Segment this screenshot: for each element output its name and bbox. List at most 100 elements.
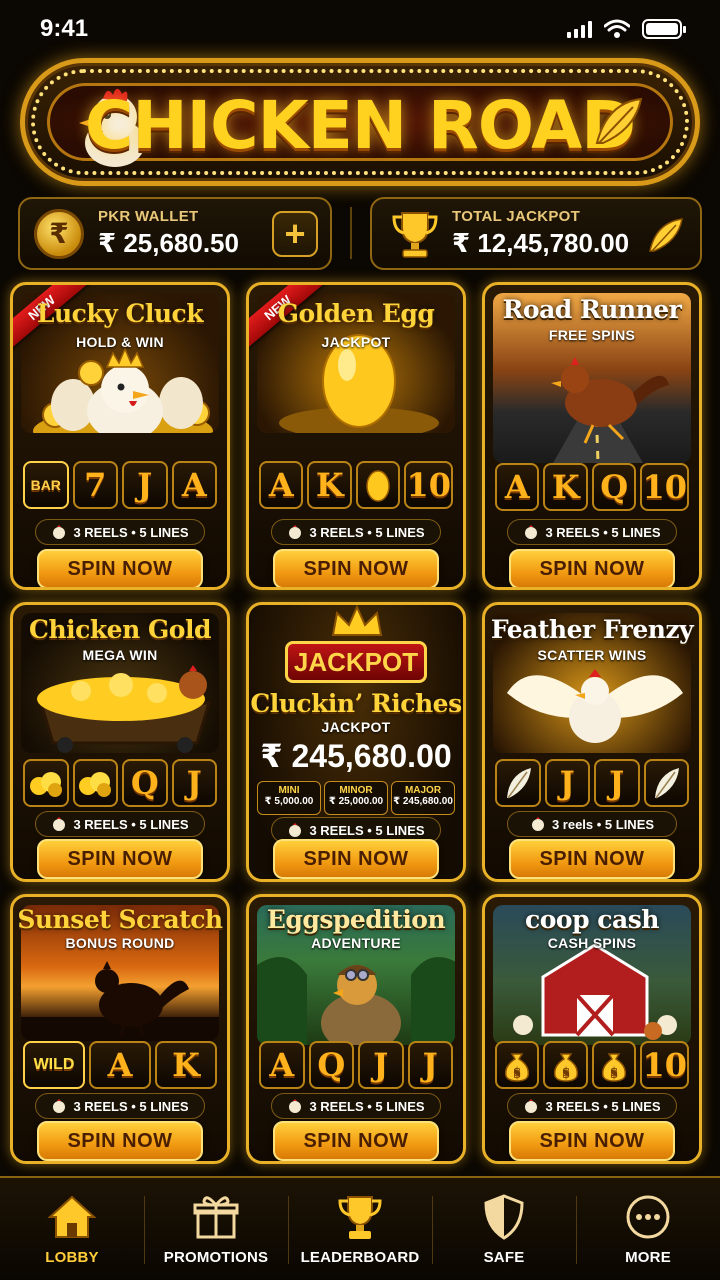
nav-label: LOBBY: [45, 1248, 99, 1266]
game-card-cluckin-riches[interactable]: JACKPOT Cluckin’ Riches JACKPOT ₹ 245,68…: [246, 602, 466, 882]
reel-symbol: A: [89, 1041, 151, 1089]
reel-symbol: K: [155, 1041, 217, 1089]
feather-icon: [649, 218, 683, 252]
reel-symbol: A: [171, 461, 217, 509]
game-subtitle: ADVENTURE: [311, 935, 401, 951]
game-card-coop-cash[interactable]: coop cash CASH SPINS $ $ $ 10 3 REELS • …: [482, 894, 702, 1164]
tier-label: MINI: [278, 785, 300, 796]
reel-strip: WILD A K: [23, 1041, 217, 1089]
signal-icon: [567, 20, 592, 38]
reel-strip: J J: [495, 759, 689, 807]
reels-lines-info: 3 REELS • 5 LINES: [507, 519, 677, 545]
reel-symbol: [72, 759, 118, 807]
more-icon: [626, 1195, 670, 1238]
chicken-icon: [53, 1099, 66, 1113]
reels-lines-info: 3 REELS • 5 LINES: [271, 1093, 441, 1119]
reel-symbol: $: [591, 1041, 637, 1089]
nav-lobby[interactable]: LOBBY: [0, 1178, 144, 1280]
reel-symbol: [355, 461, 401, 509]
reel-symbol: A: [495, 463, 540, 511]
reel-symbol: J: [171, 759, 217, 807]
nav-promotions[interactable]: PROMOTIONS: [144, 1178, 288, 1280]
tier-label: MINOR: [339, 785, 373, 796]
reel-symbol: [495, 759, 541, 807]
jackpot-amount: ₹ 12,45,780.00: [452, 228, 630, 258]
add-funds-button[interactable]: +: [272, 211, 318, 257]
reel-symbol: 7: [72, 461, 118, 509]
reels-lines-text: 3 REELS • 5 LINES: [309, 524, 425, 540]
jackpot-value: ₹ 245,680.00: [260, 738, 452, 774]
wifi-icon: [604, 19, 630, 38]
reel-symbol: J: [407, 1041, 453, 1089]
reel-symbol: Q: [591, 463, 637, 511]
spin-now-button[interactable]: SPIN NOW: [509, 839, 675, 879]
reel-symbol: A: [259, 461, 304, 509]
reel-symbol: BAR: [23, 461, 69, 509]
spin-now-button[interactable]: SPIN NOW: [273, 1121, 439, 1161]
chicken-icon: [289, 525, 302, 539]
nav-leaderboard[interactable]: LEADERBOARD: [288, 1178, 432, 1280]
chicken-icon: [289, 823, 302, 837]
tier-label: MAJOR: [404, 785, 442, 796]
svg-text:$: $: [610, 1065, 618, 1079]
reels-lines-text: 3 REELS • 5 LINES: [545, 1098, 661, 1114]
chicken-icon: [525, 1099, 538, 1113]
reel-symbol: $: [495, 1041, 540, 1089]
tier-value: ₹ 5,000.00: [264, 796, 314, 807]
status-time: 9:41: [40, 15, 89, 42]
game-title: Lucky Cluck: [36, 299, 204, 328]
spin-now-button[interactable]: SPIN NOW: [37, 839, 203, 879]
nav-label: MORE: [625, 1248, 671, 1266]
game-card-chicken-gold[interactable]: Chicken Gold MEGA WIN Q J 3 REELS • 5 LI…: [10, 602, 230, 882]
nav-label: SAFE: [483, 1248, 525, 1266]
jackpot-panel: TOTAL JACKPOT ₹ 12,45,780.00: [370, 197, 702, 270]
spin-now-button[interactable]: SPIN NOW: [273, 549, 439, 587]
spin-now-button[interactable]: SPIN NOW: [273, 839, 439, 879]
wallet-balance: ₹ 25,680.50: [98, 228, 239, 258]
game-subtitle: HOLD & WIN: [76, 334, 164, 350]
status-bar: 9:41: [0, 0, 720, 58]
game-subtitle: FREE SPINS: [548, 327, 636, 343]
game-title: Golden Egg: [277, 299, 435, 328]
reel-symbol: [643, 759, 689, 807]
spin-now-button[interactable]: SPIN NOW: [37, 549, 203, 587]
reels-lines-text: 3 REELS • 5 LINES: [73, 816, 189, 832]
tier-value: ₹ 245,680.00: [393, 796, 453, 807]
reel-symbol: K: [307, 461, 352, 509]
svg-text:$: $: [562, 1065, 570, 1079]
trophy-icon: [338, 1195, 382, 1239]
game-subtitle: CASH SPINS: [547, 935, 637, 951]
game-card-golden-egg[interactable]: NEW Golden Egg JACKPOT A K 10 3 REELS • …: [246, 282, 466, 590]
reel-strip: BAR 7 J A: [23, 461, 217, 509]
spin-now-button[interactable]: SPIN NOW: [509, 549, 675, 587]
chicken-icon: [53, 817, 66, 831]
trophy-icon: [392, 211, 438, 258]
info-divider: [350, 207, 352, 259]
reel-symbol: K: [543, 463, 588, 511]
feather-icon: [506, 768, 531, 799]
gold-nugget-icon: [29, 772, 62, 797]
game-card-lucky-cluck[interactable]: NEW Lucky Cluck HOLD & WIN BAR 7 J A 3 R…: [10, 282, 230, 590]
game-card-eggspedition[interactable]: Eggspedition ADVENTURE A Q J J 3 REELS •…: [246, 894, 466, 1164]
jackpot-tier-minor: MINOR ₹ 25,000.00: [324, 781, 388, 815]
reels-lines-text: 3 REELS • 5 LINES: [309, 822, 425, 838]
reel-strip: A K 10: [259, 461, 453, 509]
money-bag-icon: $: [602, 1053, 627, 1082]
game-card-sunset-scratch[interactable]: Sunset Scratch BONUS ROUND WILD A K 3 RE…: [10, 894, 230, 1164]
nav-more[interactable]: MORE: [576, 1178, 720, 1280]
nav-label: LEADERBOARD: [300, 1248, 420, 1266]
spin-now-button[interactable]: SPIN NOW: [37, 1121, 203, 1161]
svg-text:$: $: [513, 1065, 521, 1079]
bottom-nav: LOBBY PROMOTIONS LEADERBOARD SAFE MORE: [0, 1176, 720, 1280]
spin-now-button[interactable]: SPIN NOW: [509, 1121, 675, 1161]
nav-safe[interactable]: SAFE: [432, 1178, 576, 1280]
game-subtitle: JACKPOT: [321, 719, 391, 735]
game-card-feather-frenzy[interactable]: Feather Frenzy SCATTER WINS J J 3 reels …: [482, 602, 702, 882]
reel-symbol: WILD: [23, 1041, 85, 1089]
reels-lines-text: 3 REELS • 5 LINES: [545, 524, 661, 540]
tier-value: ₹ 25,000.00: [328, 796, 384, 807]
game-card-road-runner[interactable]: Road Runner FREE SPINS A K Q 10 3 REELS …: [482, 282, 702, 590]
game-subtitle: JACKPOT: [321, 334, 391, 350]
crown-icon: [331, 605, 383, 636]
header-marquee: CHICKEN ROAD: [20, 58, 700, 186]
